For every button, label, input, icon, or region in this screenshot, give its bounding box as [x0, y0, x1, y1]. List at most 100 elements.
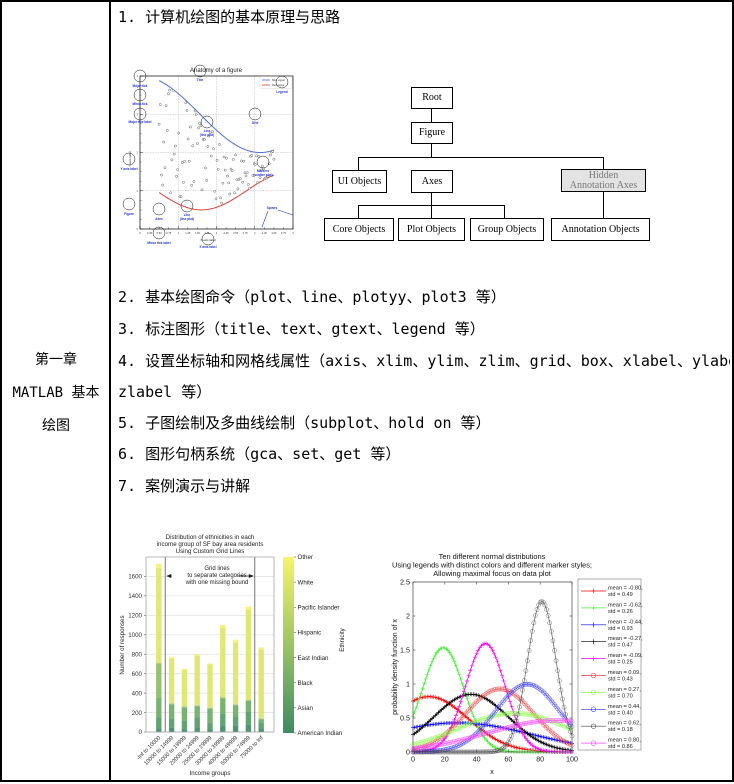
anatomy-scatter-marker — [204, 166, 207, 170]
anatomy-scatter-marker — [176, 168, 179, 171]
anatomy-scatter-marker — [187, 159, 191, 163]
anatomy-scatter-marker — [179, 195, 183, 198]
anatomy-scatter-marker — [245, 171, 249, 174]
bar-segment — [245, 609, 252, 700]
bar-segment — [220, 698, 226, 715]
anatomy-scatter-marker — [171, 88, 175, 92]
anatomy-scatter-marker — [174, 144, 177, 148]
annotation-label-axes: Axes — [155, 217, 163, 221]
anatomy-scatter-marker — [177, 131, 181, 135]
node-root: Root — [411, 87, 453, 109]
anatomy-scatter-marker — [190, 184, 193, 187]
x-tick-label: 100 — [566, 755, 578, 764]
legend-label-mean: mean = -0.62, — [608, 602, 643, 608]
anatomy-scatter-marker — [243, 171, 247, 175]
colorbar-label: Black — [298, 680, 314, 687]
content-item-1: 1. 计算机绘图的基本原理与思路 — [118, 8, 341, 26]
colorbar-label: Asian — [298, 705, 314, 712]
anatomy-scatter-marker — [163, 166, 167, 169]
annotation-label-x-axis-label: X axis label — [199, 245, 216, 249]
bar-segment — [156, 728, 162, 732]
bar-segment — [245, 700, 252, 712]
content-item-5: 5. 子图绘制及多曲线绘制（subplot、hold on 等） — [118, 414, 491, 432]
annotation-circle — [200, 115, 214, 129]
bar-segment — [156, 662, 162, 664]
node-annotation-objects: Annotation Objects — [551, 218, 650, 241]
anatomy-scatter-marker — [213, 189, 217, 193]
y-tick-label: 2 — [406, 612, 410, 621]
anatomy-scatter-marker — [172, 152, 176, 156]
anatomy-legend-label-blue: Blue signal — [272, 78, 285, 82]
anatomy-scatter-marker — [261, 164, 264, 168]
bar-segment — [194, 717, 200, 728]
anatomy-x-tick-label: 4 — [292, 231, 294, 235]
anatomy-scatter-marker — [193, 109, 197, 113]
bar-segment — [194, 727, 200, 732]
anatomy-y-tick-label: 4 — [137, 74, 139, 78]
bar-segment — [207, 708, 213, 723]
anatomy-x-tick-label: 2 — [216, 231, 218, 235]
anatomy-scatter-marker — [220, 201, 223, 205]
legend: mean = -0.80,std = 0.49mean = -0.62,std … — [577, 578, 643, 751]
y-tick-label: 2.5 — [400, 578, 410, 587]
annotation-label-line-lower-sub: (line plot) — [180, 217, 194, 221]
anatomy-scatter-marker — [164, 104, 168, 108]
bar-segment — [258, 719, 264, 723]
document-page: 第一章 MATLAB 基本 绘图 1. 计算机绘图的基本原理与思路 2. 基本绘… — [0, 0, 734, 784]
x-tick-label: 80 — [536, 755, 544, 764]
anatomy-scatter-marker — [205, 179, 208, 182]
y-tick-label: 1600 — [128, 574, 142, 581]
anatomy-scatter-marker — [185, 109, 189, 112]
node-hidden-annotation-axes-line2: Annotation Axes — [569, 179, 638, 191]
anatomy-title: Anatomy of a figure — [190, 68, 243, 74]
bar-segment — [181, 706, 188, 708]
connector-to-annotation-objects — [603, 192, 605, 218]
normal-distributions-chart: Ten different normal distributionsUsing … — [392, 552, 643, 776]
bar-segment — [181, 729, 188, 732]
legend-label-mean: mean = -0.80, — [608, 586, 643, 592]
y-tick-label: 400 — [132, 690, 143, 697]
annotation-label-major-tick-label: Major tick label — [128, 120, 151, 124]
content-item-7: 7. 案例演示与讲解 — [118, 477, 251, 495]
annotation-label-minor-tick: Minor tick — [132, 102, 147, 106]
bar-segment — [232, 725, 239, 732]
colorbar — [283, 557, 294, 733]
anatomy-x-tick-label: 3.75 — [281, 231, 287, 235]
bar-segment — [156, 697, 162, 718]
anatomy-x-tick-label: 0.75 — [166, 231, 172, 235]
anatomy-scatter-marker — [235, 178, 239, 181]
bar-segment — [156, 663, 162, 698]
anatomy-scatter-marker — [221, 181, 225, 185]
anatomy-scatter-marker — [189, 125, 192, 129]
bar-segment — [181, 668, 188, 670]
content-item-4: 4. 设置坐标轴和网格线属性（axis、xlim、ylim、zlim、grid、… — [118, 352, 730, 370]
y-tick-label: 0 — [139, 729, 143, 736]
bar-segment — [232, 705, 239, 717]
node-group-objects: Group Objects — [470, 218, 544, 241]
annotation-label-spines: Spines — [267, 206, 278, 210]
anatomy-scatter-marker — [206, 145, 210, 148]
anatomy-scatter-marker — [242, 159, 246, 163]
legend-label-mean: mean = -0.27, — [608, 636, 643, 642]
colorbar-label: American Indian — [298, 730, 343, 737]
anatomy-x-tick-label: 0.50 — [157, 231, 163, 235]
y-axis-label: Number of responses — [119, 615, 126, 674]
anatomy-scatter-marker — [271, 150, 274, 153]
connector-level2-horizontal — [359, 157, 604, 159]
bar-segment — [220, 627, 226, 697]
anatomy-scatter-marker — [244, 174, 248, 178]
bar-segment — [181, 720, 188, 730]
bar-segment — [168, 657, 175, 659]
bar-segment — [181, 669, 188, 706]
anatomy-scatter-marker — [222, 155, 226, 159]
anatomy-figure-image: 0 0.25 0.50 0.75 1 1.25 1.50 1.75 2 2.25 2.50 2.75 3… — [120, 64, 294, 249]
anatomy-scatter-marker — [170, 158, 174, 162]
annotation-label-figure: Figure — [124, 212, 134, 216]
content-item-6: 6. 图形句柄系统（gca、set、get 等） — [118, 445, 401, 463]
legend-label-std: std = 0.49 — [608, 592, 633, 598]
bar-segment — [156, 717, 162, 729]
bar-segment — [232, 642, 239, 704]
bar-segment — [245, 724, 252, 732]
anatomy-scatter-marker — [272, 157, 276, 161]
bar-segment — [258, 647, 264, 650]
